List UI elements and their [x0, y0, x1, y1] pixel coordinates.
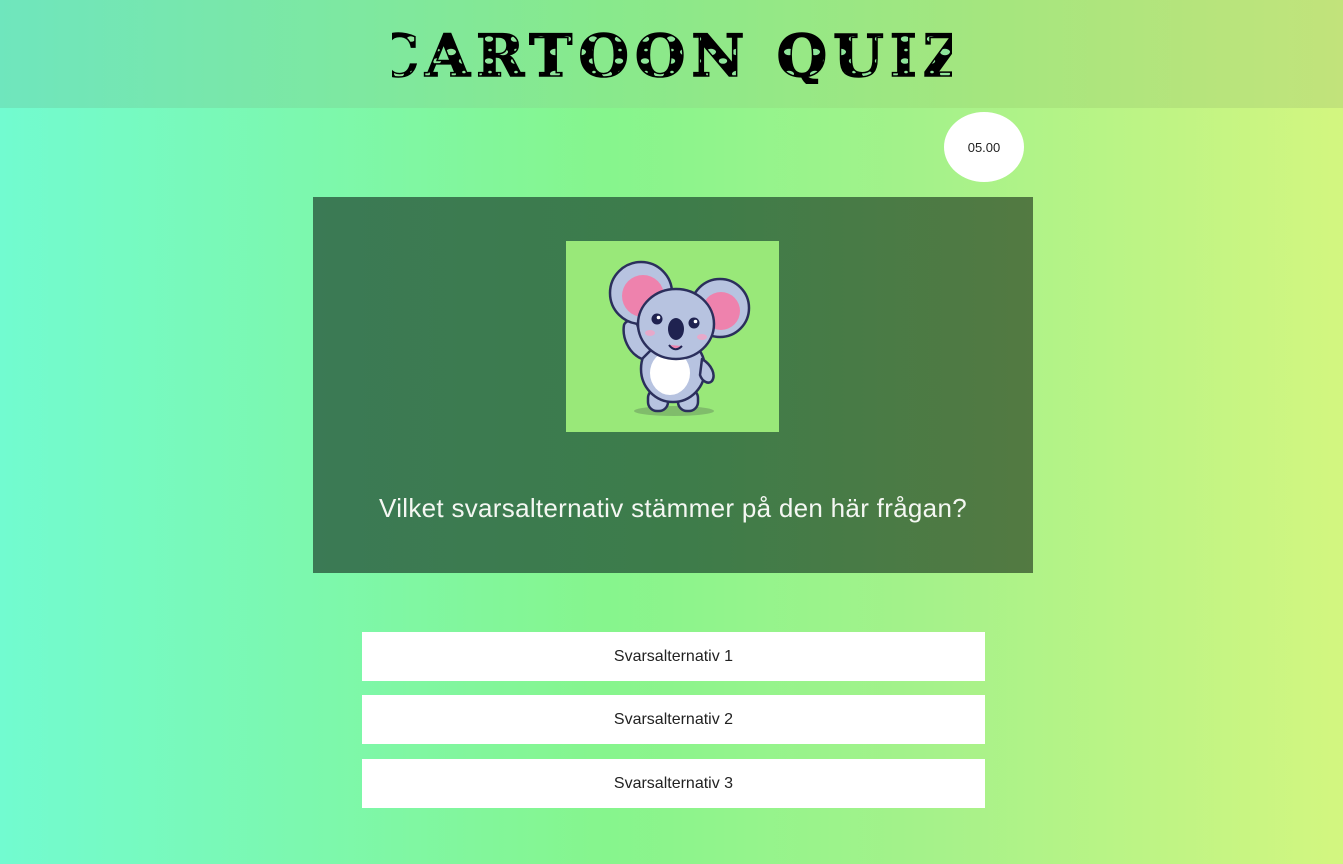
answer-button-3[interactable]: Svarsalternativ 3 [362, 759, 985, 808]
question-text: Vilket svarsalternativ stämmer på den hä… [379, 493, 967, 523]
header: CARTOON QUIZ [0, 0, 1343, 108]
question-card: Vilket svarsalternativ stämmer på den hä… [313, 197, 1033, 573]
logo-title: CARTOON QUIZ [392, 24, 952, 84]
title-text: CARTOON QUIZ [392, 24, 952, 84]
answer-button-1[interactable]: Svarsalternativ 1 [362, 632, 985, 681]
answer-button-2[interactable]: Svarsalternativ 2 [362, 695, 985, 744]
question-image [566, 241, 779, 432]
answer-label: Svarsalternativ 3 [613, 774, 734, 792]
answer-label: Svarsalternativ 2 [613, 710, 734, 728]
timer-value: 05.00 [967, 139, 1001, 155]
timer: 05.00 [944, 112, 1024, 182]
answer-label: Svarsalternativ 1 [613, 647, 734, 665]
koala-icon [608, 260, 751, 416]
